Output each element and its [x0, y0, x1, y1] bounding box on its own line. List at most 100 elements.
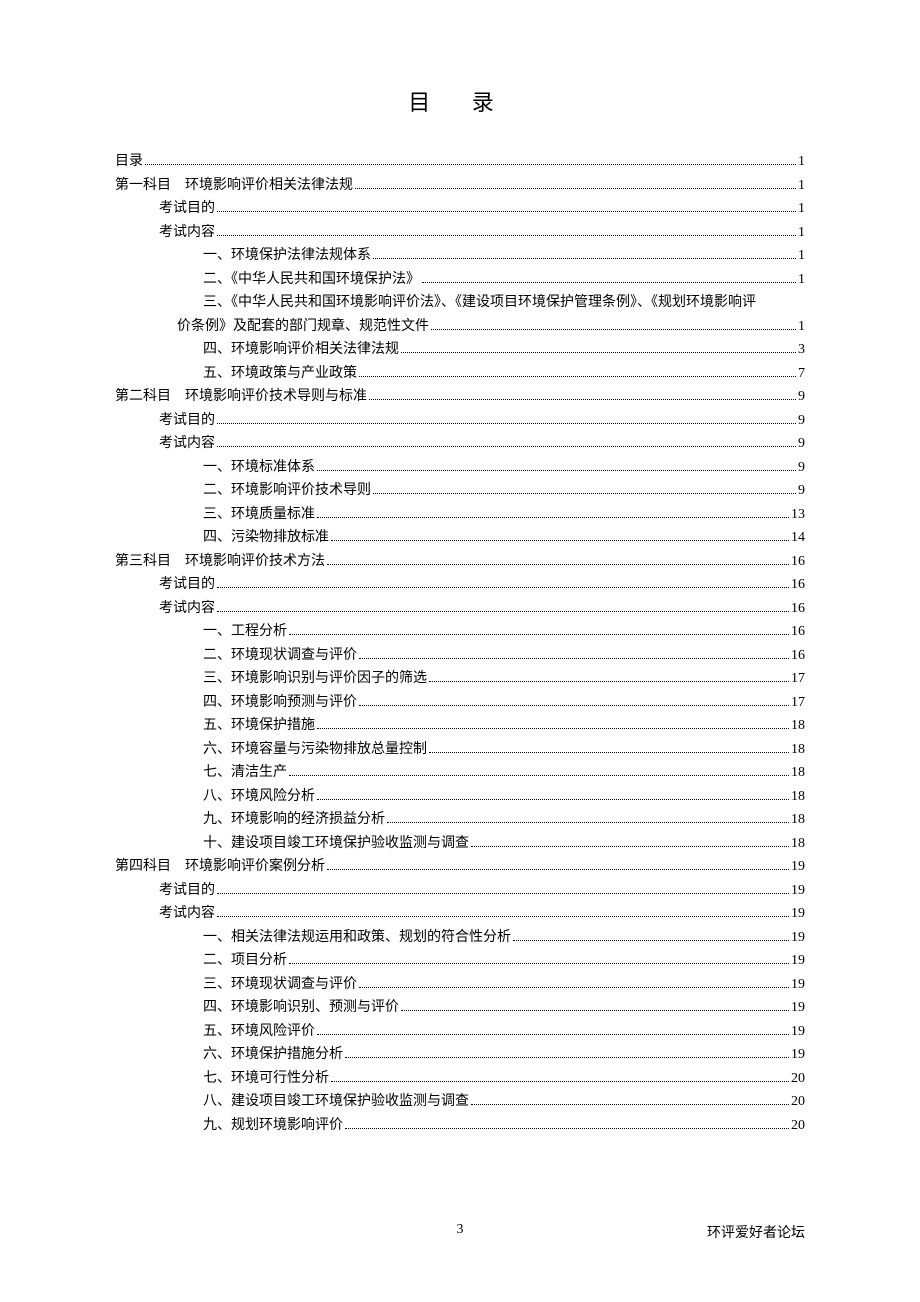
- toc-entry[interactable]: 考试目的 16: [115, 578, 805, 592]
- toc-leader-dots: [331, 540, 789, 541]
- toc-label: 考试内容: [159, 602, 215, 616]
- toc-entry[interactable]: 五、环境保护措施18: [115, 719, 805, 733]
- toc-entry[interactable]: 七、环境可行性分析20: [115, 1072, 805, 1086]
- toc-entry[interactable]: 考试内容 16: [115, 602, 805, 616]
- toc-entry[interactable]: 三、环境现状调查与评价19: [115, 978, 805, 992]
- toc-entry[interactable]: 价条例》及配套的部门规章、规范性文件1: [115, 320, 805, 334]
- toc-label: 二、环境影响评价技术导则: [203, 484, 371, 498]
- toc-entry[interactable]: 十、建设项目竣工环境保护验收监测与调查 18: [115, 837, 805, 851]
- toc-entry[interactable]: 四、污染物排放标准14: [115, 531, 805, 545]
- toc-entry[interactable]: 七、清洁生产18: [115, 766, 805, 780]
- toc-page-number: 17: [791, 672, 805, 686]
- toc-entry[interactable]: 二、《中华人民共和国环境保护法》1: [115, 273, 805, 287]
- toc-leader-dots: [217, 611, 789, 612]
- toc-leader-dots: [431, 329, 796, 330]
- toc-page-number: 1: [798, 179, 805, 193]
- toc-leader-dots: [373, 493, 796, 494]
- toc-label: 一、相关法律法规运用和政策、规划的符合性分析: [203, 931, 511, 945]
- toc-entry[interactable]: 五、环境风险评价19: [115, 1025, 805, 1039]
- toc-label: 六、环境容量与污染物排放总量控制: [203, 743, 427, 757]
- toc-entry[interactable]: 一、相关法律法规运用和政策、规划的符合性分析 19: [115, 931, 805, 945]
- toc-entry[interactable]: 目录1: [115, 155, 805, 169]
- toc-entry[interactable]: 考试内容9: [115, 437, 805, 451]
- toc-leader-dots: [359, 376, 796, 377]
- toc-leader-dots: [471, 846, 789, 847]
- toc-page-number: 16: [791, 649, 805, 663]
- toc-leader-dots: [355, 188, 796, 189]
- toc-leader-dots: [317, 470, 796, 471]
- toc-entry[interactable]: 四、环境影响评价相关法律法规3: [115, 343, 805, 357]
- toc-label: 三、环境影响识别与评价因子的筛选: [203, 672, 427, 686]
- toc-page-number: 7: [798, 367, 805, 381]
- toc-label: 十、建设项目竣工环境保护验收监测与调查: [203, 837, 469, 851]
- toc-entry[interactable]: 三、《中华人民共和国环境影响评价法》、《建设项目环境保护管理条例》、《规划环境影…: [115, 296, 805, 310]
- toc-page-number: 19: [791, 931, 805, 945]
- toc-label: 第一科目 环境影响评价相关法律法规: [115, 179, 353, 193]
- toc-leader-dots: [327, 564, 789, 565]
- toc-entry[interactable]: 三、环境影响识别与评价因子的筛选 17: [115, 672, 805, 686]
- toc-entry[interactable]: 第二科目 环境影响评价技术导则与标准9: [115, 390, 805, 404]
- toc-entry[interactable]: 六、环境保护措施分析19: [115, 1048, 805, 1062]
- toc-page-number: 1: [798, 249, 805, 263]
- toc-page-number: 19: [791, 1001, 805, 1015]
- toc-entry[interactable]: 一、环境保护法律法规体系1: [115, 249, 805, 263]
- toc-entry[interactable]: 九、环境影响的经济损益分析18: [115, 813, 805, 827]
- toc-entry[interactable]: 一、工程分析 16: [115, 625, 805, 639]
- toc-label: 第二科目 环境影响评价技术导则与标准: [115, 390, 367, 404]
- toc-entry[interactable]: 六、环境容量与污染物排放总量控制18: [115, 743, 805, 757]
- toc-entry[interactable]: 考试目的19: [115, 884, 805, 898]
- toc-page-number: 16: [791, 602, 805, 616]
- table-of-contents: 目录1第一科目 环境影响评价相关法律法规1考试目的1考试内容1一、环境保护法律法…: [115, 155, 805, 1133]
- toc-entry[interactable]: 第三科目 环境影响评价技术方法16: [115, 555, 805, 569]
- toc-label: 考试目的: [159, 578, 215, 592]
- toc-label: 四、环境影响预测与评价: [203, 696, 357, 710]
- toc-entry[interactable]: 九、规划环境影响评价20: [115, 1119, 805, 1133]
- toc-page-number: 16: [791, 625, 805, 639]
- toc-page-number: 19: [791, 884, 805, 898]
- toc-leader-dots: [317, 799, 789, 800]
- toc-page-number: 18: [791, 837, 805, 851]
- toc-page-number: 9: [798, 461, 805, 475]
- toc-label: 一、环境标准体系: [203, 461, 315, 475]
- toc-leader-dots: [429, 681, 789, 682]
- toc-page-number: 17: [791, 696, 805, 710]
- toc-page-number: 19: [791, 978, 805, 992]
- toc-leader-dots: [289, 775, 789, 776]
- page-number: 3: [457, 1222, 464, 1238]
- toc-page-number: 19: [791, 907, 805, 921]
- toc-entry[interactable]: 考试内容1: [115, 226, 805, 240]
- toc-entry[interactable]: 四、环境影响识别、预测与评价19: [115, 1001, 805, 1015]
- toc-entry[interactable]: 五、环境政策与产业政策7: [115, 367, 805, 381]
- toc-leader-dots: [289, 963, 789, 964]
- toc-entry[interactable]: 三、环境质量标准13: [115, 508, 805, 522]
- toc-label: 六、环境保护措施分析: [203, 1048, 343, 1062]
- toc-entry[interactable]: 第一科目 环境影响评价相关法律法规 1: [115, 179, 805, 193]
- toc-entry[interactable]: 第四科目 环境影响评价案例分析19: [115, 860, 805, 874]
- toc-leader-dots: [217, 587, 789, 588]
- toc-entry[interactable]: 一、环境标准体系 9: [115, 461, 805, 475]
- toc-entry[interactable]: 考试目的 9: [115, 414, 805, 428]
- toc-leader-dots: [401, 1010, 789, 1011]
- toc-label: 二、《中华人民共和国环境保护法》: [203, 273, 420, 287]
- toc-leader-dots: [422, 282, 796, 283]
- toc-entry[interactable]: 八、建设项目竣工环境保护验收监测与调查20: [115, 1095, 805, 1109]
- toc-leader-dots: [217, 446, 796, 447]
- toc-entry[interactable]: 二、环境现状调查与评价16: [115, 649, 805, 663]
- toc-entry[interactable]: 四、环境影响预测与评价 17: [115, 696, 805, 710]
- toc-label: 七、清洁生产: [203, 766, 287, 780]
- toc-label: 一、工程分析: [203, 625, 287, 639]
- toc-label: 九、环境影响的经济损益分析: [203, 813, 385, 827]
- toc-label: 考试目的: [159, 414, 215, 428]
- toc-entry[interactable]: 二、环境影响评价技术导则9: [115, 484, 805, 498]
- toc-leader-dots: [471, 1104, 789, 1105]
- toc-page-number: 9: [798, 414, 805, 428]
- toc-leader-dots: [217, 916, 789, 917]
- toc-entry[interactable]: 考试内容19: [115, 907, 805, 921]
- toc-entry[interactable]: 二、项目分析19: [115, 954, 805, 968]
- toc-entry[interactable]: 八、环境风险分析18: [115, 790, 805, 804]
- toc-leader-dots: [217, 211, 796, 212]
- toc-page-number: 14: [791, 531, 805, 545]
- toc-leader-dots: [317, 1034, 789, 1035]
- toc-entry[interactable]: 考试目的1: [115, 202, 805, 216]
- toc-page-number: 16: [791, 578, 805, 592]
